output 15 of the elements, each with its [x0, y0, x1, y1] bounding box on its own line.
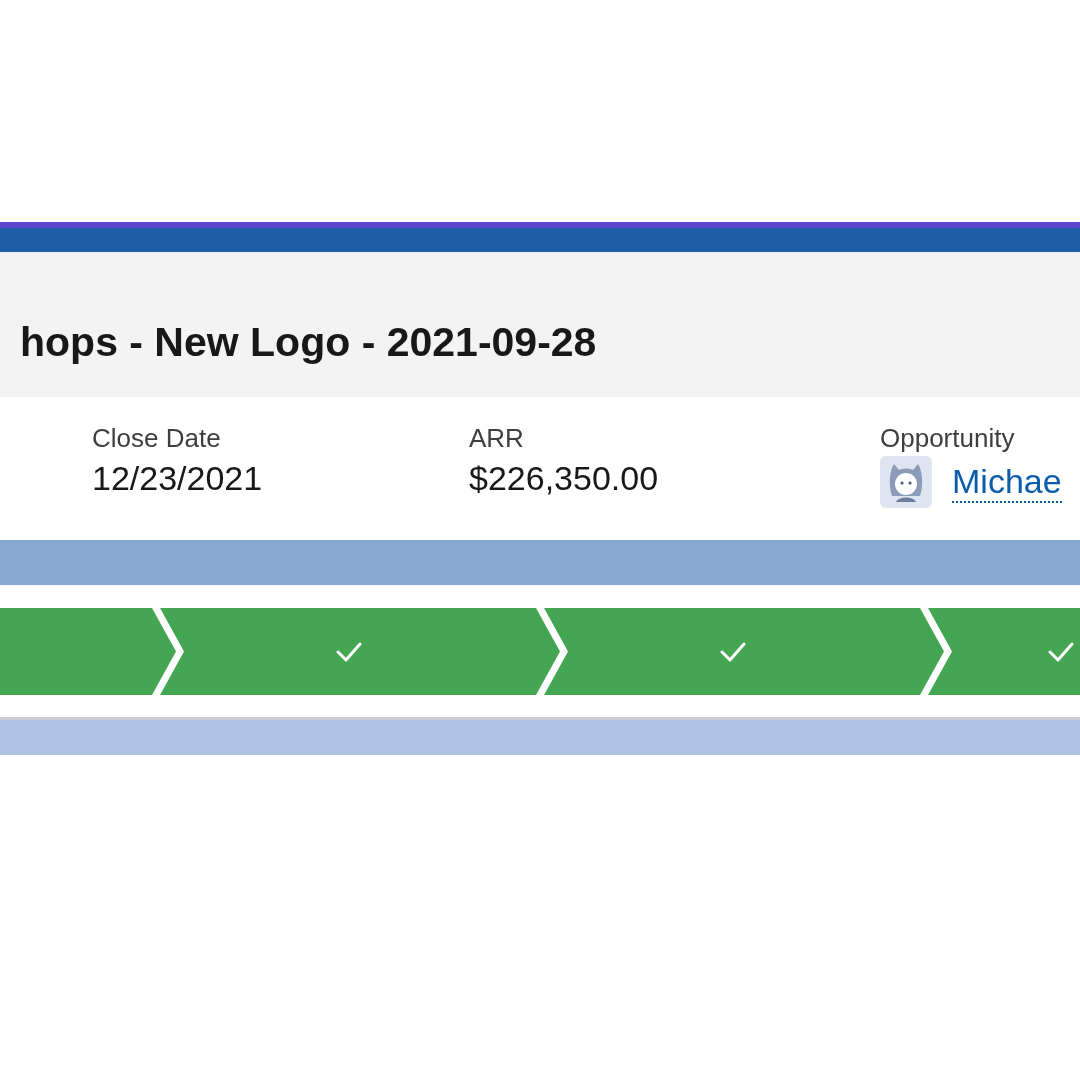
owner-link[interactable]: Michae [952, 461, 1062, 503]
field-value: $226,350.00 [469, 458, 659, 498]
check-icon [720, 641, 746, 662]
field-label: ARR [469, 422, 524, 454]
record-title: hops - New Logo - 2021-09-28 [20, 318, 597, 366]
field-label: Close Date [92, 422, 221, 454]
field-label: Opportunity [880, 422, 1015, 454]
field-value: 12/23/2021 [92, 458, 263, 498]
path-step[interactable] [544, 608, 944, 695]
path-step[interactable] [160, 608, 560, 695]
path-step[interactable] [928, 608, 1080, 695]
check-icon [1048, 641, 1074, 662]
avatar-icon [880, 456, 932, 508]
path-step[interactable] [0, 608, 176, 695]
check-icon [336, 641, 362, 662]
